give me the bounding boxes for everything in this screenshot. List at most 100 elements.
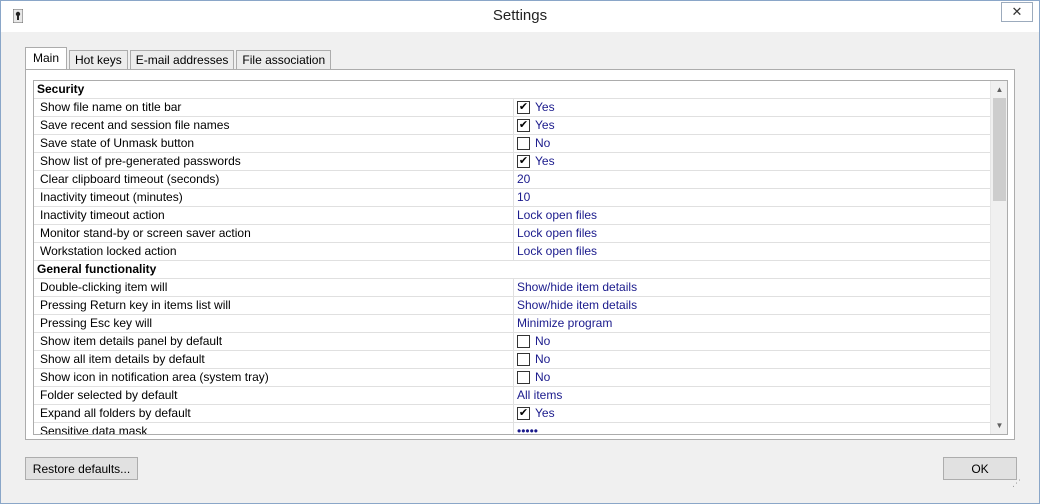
setting-value-text: Lock open files [517,226,598,240]
close-button[interactable]: ✕ [1001,2,1033,22]
setting-value[interactable]: No [514,135,992,152]
scrollbar-thumb[interactable] [993,98,1006,201]
checkbox-checked-icon[interactable]: ✔ [517,407,530,420]
setting-row[interactable]: Show all item details by default No [34,351,992,369]
setting-row[interactable]: Show icon in notification area (system t… [34,369,992,387]
setting-label: Save recent and session file names [34,117,514,134]
setting-label: Pressing Esc key will [34,315,514,332]
setting-value-text: No [535,334,551,348]
setting-label: Show item details panel by default [34,333,514,350]
setting-row[interactable]: Show file name on title bar ✔ Yes [34,99,992,117]
dialog-client-area: Main Hot keys E-mail addresses File asso… [8,32,1032,497]
settings-window: Settings ✕ Main Hot keys E-mail addresse… [0,0,1040,504]
vertical-scrollbar[interactable]: ▲ ▼ [990,81,1007,434]
setting-label: Inactivity timeout action [34,207,514,224]
resize-grip-icon[interactable]: ⋰ [1012,477,1024,489]
setting-label: Folder selected by default [34,387,514,404]
setting-value[interactable]: All items [514,387,992,404]
setting-row[interactable]: Monitor stand-by or screen saver action L… [34,225,992,243]
setting-value-text: 10 [517,190,531,204]
setting-label: Expand all folders by default [34,405,514,422]
setting-value-text: Yes [535,154,555,168]
setting-label: Sensitive data mask [34,423,514,434]
setting-row[interactable]: Workstation locked action Lock open files [34,243,992,261]
setting-value-text: 20 [517,172,531,186]
setting-label: Show icon in notification area (system t… [34,369,514,386]
setting-value-text: Yes [535,406,555,420]
setting-value-text: No [535,370,551,384]
checkbox-unchecked-icon[interactable] [517,137,530,150]
setting-value[interactable]: ✔ Yes [514,405,992,422]
tab-file-association[interactable]: File association [236,50,332,70]
setting-value[interactable]: ✔ Yes [514,117,992,134]
setting-value-text: Show/hide item details [517,298,638,312]
setting-row[interactable]: Expand all folders by default ✔ Yes [34,405,992,423]
setting-row[interactable]: Save state of Unmask button No [34,135,992,153]
title-bar[interactable]: Settings ✕ [1,1,1039,32]
setting-value[interactable]: Minimize program [514,315,992,332]
setting-value-text: No [535,352,551,366]
section-label: General functionality [37,262,157,276]
setting-row[interactable]: Pressing Return key in items list will Sh… [34,297,992,315]
setting-value[interactable]: Lock open files [514,225,992,242]
tab-hot-keys[interactable]: Hot keys [69,50,128,70]
setting-value-text: Yes [535,118,555,132]
setting-value[interactable]: 20 [514,171,992,188]
setting-label: Save state of Unmask button [34,135,514,152]
setting-value-text: No [535,136,551,150]
setting-row[interactable]: Show list of pre-generated passwords ✔ Yes [34,153,992,171]
checkbox-checked-icon[interactable]: ✔ [517,155,530,168]
setting-label: Show all item details by default [34,351,514,368]
setting-value-text: All items [517,388,563,402]
setting-value-text: Yes [535,100,555,114]
setting-value[interactable]: ✔ Yes [514,153,992,170]
setting-value-text: Lock open files [517,244,598,258]
setting-label: Workstation locked action [34,243,514,260]
setting-value[interactable]: 10 [514,189,992,206]
setting-row[interactable]: Clear clipboard timeout (seconds) 20 [34,171,992,189]
tab-email-addresses[interactable]: E-mail addresses [129,50,235,70]
setting-label: Double-clicking item will [34,279,514,296]
setting-value[interactable]: ✔ Yes [514,99,992,116]
setting-value[interactable]: Lock open files [514,243,992,260]
setting-value[interactable]: No [514,351,992,368]
setting-row[interactable]: Save recent and session file names ✔ Yes [34,117,992,135]
setting-label: Clear clipboard timeout (seconds) [34,171,514,188]
setting-row[interactable]: Sensitive data mask ••••• [34,423,992,435]
checkbox-unchecked-icon[interactable] [517,371,530,384]
tab-strip: Main Hot keys E-mail addresses File asso… [25,47,333,70]
setting-row[interactable]: Double-clicking item will Show/hide item … [34,279,992,297]
setting-value-text: ••••• [517,424,539,435]
setting-label: Monitor stand-by or screen saver action [34,225,514,242]
setting-label: Inactivity timeout (minutes) [34,189,514,206]
setting-label: Show file name on title bar [34,99,514,116]
setting-value[interactable]: No [514,369,992,386]
checkbox-checked-icon[interactable]: ✔ [517,119,530,132]
setting-value[interactable]: Show/hide item details [514,279,992,296]
setting-row[interactable]: Inactivity timeout action Lock open files [34,207,992,225]
setting-value[interactable]: No [514,333,992,350]
checkbox-unchecked-icon[interactable] [517,353,530,366]
setting-row[interactable]: Folder selected by default All items [34,387,992,405]
setting-row[interactable]: Inactivity timeout (minutes) 10 [34,189,992,207]
ok-button[interactable]: OK [943,457,1017,480]
setting-value[interactable]: Lock open files [514,207,992,224]
checkbox-checked-icon[interactable]: ✔ [517,101,530,114]
setting-value-text: Show/hide item details [517,280,638,294]
setting-value[interactable]: Show/hide item details [514,297,992,314]
scroll-down-icon[interactable]: ▼ [991,417,1007,434]
setting-label: Pressing Return key in items list will [34,297,514,314]
restore-defaults-button[interactable]: Restore defaults... [25,457,138,480]
checkbox-unchecked-icon[interactable] [517,335,530,348]
setting-row[interactable]: Show item details panel by default No [34,333,992,351]
setting-value-text: Lock open files [517,208,598,222]
scroll-up-icon[interactable]: ▲ [991,81,1007,98]
settings-grid: Security Show file name on title bar ✔ Yes S… [33,80,1008,435]
setting-row[interactable]: Pressing Esc key will Minimize program [34,315,992,333]
close-icon: ✕ [1011,4,1023,19]
section-header: General functionality [34,261,992,279]
tab-main[interactable]: Main [25,47,68,70]
setting-value-text: Minimize program [517,316,613,330]
section-header: Security [34,81,992,99]
setting-value[interactable]: ••••• [514,423,992,435]
